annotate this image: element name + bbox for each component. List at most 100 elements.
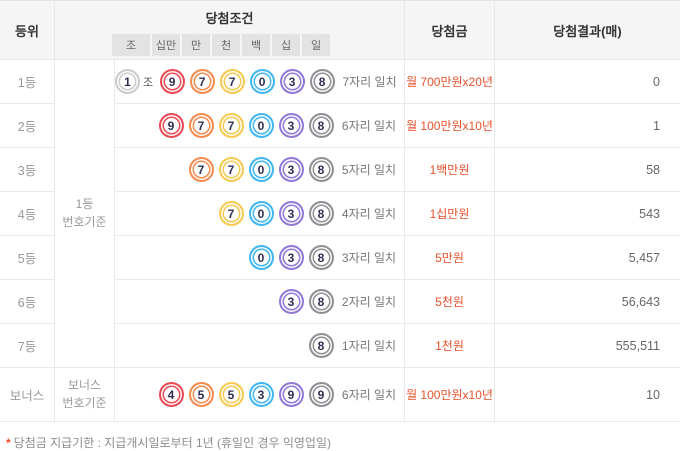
ball-slots: 977038 (157, 69, 337, 94)
ball-slot: 0 (246, 245, 276, 270)
ball-slot: 5 (216, 382, 246, 407)
table-body: 1등1등번호기준1조9770387자리 일치월 700만원x20년02등9770… (0, 60, 680, 422)
ball-slot: 3 (276, 113, 306, 138)
rank-cell: 1등 (0, 60, 55, 104)
condition-cell: 70384자리 일치 (115, 192, 405, 236)
ball-slot: 8 (306, 333, 336, 358)
condition-cell: 9770386자리 일치 (115, 104, 405, 148)
lottery-ball: 4 (159, 382, 184, 407)
ball-slot: 3 (276, 201, 306, 226)
empty-ball-slot (186, 333, 216, 358)
ball-slot: 9 (156, 113, 186, 138)
ball-slots: 7038 (156, 201, 336, 226)
ball-slot: 7 (216, 157, 246, 182)
condition-cell: 0383자리 일치 (115, 236, 405, 280)
place-label-sibman: 십만 (152, 34, 180, 56)
match-label: 6자리 일치 (336, 117, 402, 134)
basis-line: 보너스 (68, 377, 101, 394)
place-value-strip: 조 십만 만 천 백 십 일 (112, 34, 404, 56)
place-label-man: 만 (182, 34, 210, 56)
empty-ball-slot (216, 289, 246, 314)
ball-slots: 977038 (156, 113, 336, 138)
place-label-baek: 백 (242, 34, 270, 56)
rank-cell: 보너스 (0, 368, 55, 422)
match-label: 7자리 일치 (337, 73, 402, 90)
lottery-ball: 7 (220, 69, 245, 94)
jo-label: 조 (143, 74, 153, 90)
ball-slot: 8 (306, 245, 336, 270)
lottery-ball: 7 (189, 157, 214, 182)
footnote-star: * (6, 436, 11, 450)
match-label: 5자리 일치 (336, 161, 402, 178)
footnote: *당첨금 지급기한 : 지급개시일로부터 1년 (휴일인 경우 익영업일) (0, 422, 680, 451)
result-cell: 543 (495, 192, 680, 236)
empty-ball-slot (186, 201, 216, 226)
header-result: 당첨결과(매) (495, 1, 680, 59)
place-label-il: 일 (302, 34, 330, 56)
lottery-ball: 9 (159, 113, 184, 138)
empty-ball-slot (186, 245, 216, 270)
result-cell: 56,643 (495, 280, 680, 324)
ball-slot: 0 (246, 113, 276, 138)
ball-slot: 8 (306, 201, 336, 226)
condition-cell: 81자리 일치 (115, 324, 405, 368)
lottery-ball: 3 (280, 69, 305, 94)
ball-slot: 9 (157, 69, 187, 94)
lottery-ball: 5 (219, 382, 244, 407)
condition-cell: 1조9770387자리 일치 (115, 60, 405, 104)
condition-cell: 4553996자리 일치 (115, 368, 405, 422)
rank-cell: 4등 (0, 192, 55, 236)
empty-ball-slot (276, 333, 306, 358)
rank-cell: 5등 (0, 236, 55, 280)
match-label: 1자리 일치 (336, 337, 402, 354)
empty-ball-slot (216, 333, 246, 358)
match-label: 2자리 일치 (336, 293, 402, 310)
prize-cell: 1십만원 (405, 192, 495, 236)
ball-slot: 7 (186, 113, 216, 138)
condition-cell: 770385자리 일치 (115, 148, 405, 192)
ball-slot: 7 (217, 69, 247, 94)
jo-group: 1조 (115, 69, 157, 94)
ball-slots: 38 (156, 289, 336, 314)
ball-slot: 8 (306, 289, 336, 314)
prize-cell: 월 100만원x10년 (405, 368, 495, 422)
ball-slot: 0 (247, 69, 277, 94)
result-cell: 1 (495, 104, 680, 148)
basis-cell-bonus: 보너스번호기준 (55, 368, 115, 422)
condition-cell: 382자리 일치 (115, 280, 405, 324)
header-condition-label: 당첨조건 (55, 1, 404, 34)
rank-cell: 3등 (0, 148, 55, 192)
basis-line: 번호기준 (62, 214, 106, 231)
match-label: 3자리 일치 (336, 249, 402, 266)
ball-slot: 7 (216, 201, 246, 226)
empty-ball-slot (156, 201, 186, 226)
ball-slot: 3 (276, 289, 306, 314)
empty-ball-slot (156, 333, 186, 358)
empty-ball-slot (156, 289, 186, 314)
ball-slot: 8 (306, 157, 336, 182)
result-cell: 5,457 (495, 236, 680, 280)
prize-cell: 월 700만원x20년 (405, 60, 495, 104)
lottery-ball: 3 (279, 289, 304, 314)
rank-cell: 6등 (0, 280, 55, 324)
lottery-ball: 0 (249, 201, 274, 226)
place-label-cheon: 천 (212, 34, 240, 56)
lottery-ball: 3 (279, 113, 304, 138)
prize-cell: 1백만원 (405, 148, 495, 192)
rank-cell: 7등 (0, 324, 55, 368)
lottery-ball: 0 (249, 157, 274, 182)
lottery-ball: 9 (279, 382, 304, 407)
lottery-ball: 3 (279, 245, 304, 270)
ball-slot: 7 (186, 157, 216, 182)
ball-slot: 7 (187, 69, 217, 94)
prize-table: 등위 당첨조건 조 십만 만 천 백 십 일 당첨금 당첨결과(매) 1등1등번… (0, 0, 680, 422)
jo-ball: 1 (115, 69, 140, 94)
ball-slot: 8 (306, 113, 336, 138)
lottery-ball: 8 (309, 113, 334, 138)
result-cell: 58 (495, 148, 680, 192)
ball-slot: 0 (246, 157, 276, 182)
basis-line: 1등 (76, 196, 94, 213)
lottery-ball: 8 (309, 157, 334, 182)
empty-ball-slot (156, 157, 186, 182)
result-cell: 10 (495, 368, 680, 422)
